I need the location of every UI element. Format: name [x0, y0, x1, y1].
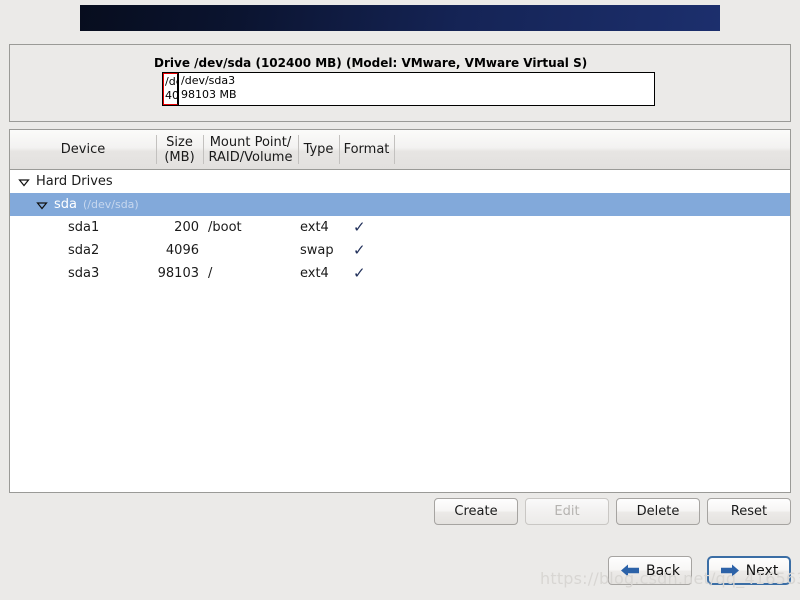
- expander-collapse-icon[interactable]: [36, 199, 48, 211]
- cell-size: 200: [174, 220, 199, 235]
- table-row[interactable]: sda3 98103 / ext4 ✓: [10, 262, 790, 285]
- cell-format: ✓: [339, 217, 394, 236]
- table-row[interactable]: sda2 4096 swap ✓: [10, 239, 790, 262]
- column-header-size[interactable]: Size (MB): [156, 130, 203, 169]
- column-header-device[interactable]: Device: [10, 130, 156, 169]
- table-row-selected[interactable]: sda (/dev/sda): [10, 193, 790, 216]
- expander-collapse-icon[interactable]: [18, 176, 30, 188]
- partition-table-panel: Device Size (MB) Mount Point/ RAID/Volum…: [9, 129, 791, 493]
- back-button-label: Back: [646, 562, 680, 579]
- table-row[interactable]: Hard Drives: [10, 170, 790, 193]
- cell-device: sda3: [10, 266, 156, 281]
- column-header-type-label: Type: [303, 142, 334, 157]
- arrow-right-icon: [720, 564, 739, 577]
- column-header-type[interactable]: Type: [298, 130, 339, 169]
- drive-partition-bar[interactable]: /de 409 /dev/sda3 98103 MB: [162, 72, 655, 106]
- back-button[interactable]: Back: [608, 556, 692, 585]
- cell-device: sda2: [10, 243, 156, 258]
- format-check-icon: ✓: [353, 263, 366, 282]
- partition-segment-selected[interactable]: /de 409: [163, 73, 178, 105]
- cell-format: ✓: [339, 240, 394, 259]
- column-header-format-label: Format: [343, 142, 390, 157]
- column-header-mount-point[interactable]: Mount Point/ RAID/Volume: [203, 130, 298, 169]
- table-body: Hard Drives sda (/dev/sda) sda1 200 /boo…: [10, 170, 790, 285]
- drive-summary-panel: Drive /dev/sda (102400 MB) (Model: VMwar…: [9, 44, 791, 122]
- column-header-device-label: Device: [60, 142, 106, 157]
- navigation-button-row: Back Next: [0, 556, 800, 588]
- column-header-size-label: Size (MB): [164, 134, 195, 165]
- cell-device-label: sda1: [68, 220, 100, 235]
- cell-device-path: (/dev/sda): [83, 198, 139, 211]
- cell-device: sda1: [10, 220, 156, 235]
- cell-device: sda (/dev/sda): [10, 197, 156, 212]
- partition-segment-sda3[interactable]: /dev/sda3 98103 MB: [178, 73, 654, 105]
- cell-type: ext4: [300, 266, 329, 281]
- table-row[interactable]: sda1 200 /boot ext4 ✓: [10, 216, 790, 239]
- edit-button: Edit: [525, 498, 609, 525]
- column-header-filler: [394, 130, 790, 169]
- cell-format: ✓: [339, 263, 394, 282]
- cell-size: 4096: [165, 243, 199, 258]
- create-button[interactable]: Create: [434, 498, 518, 525]
- partition-segment-label: /de: [165, 75, 177, 88]
- table-header-row: Device Size (MB) Mount Point/ RAID/Volum…: [10, 130, 790, 170]
- delete-button[interactable]: Delete: [616, 498, 700, 525]
- drive-title: Drive /dev/sda (102400 MB) (Model: VMwar…: [154, 56, 588, 70]
- cell-device-label: sda2: [68, 243, 100, 258]
- column-header-mount-point-label: Mount Point/ RAID/Volume: [208, 134, 293, 165]
- format-check-icon: ✓: [353, 240, 366, 259]
- cell-device-label: sda: [54, 197, 77, 212]
- format-check-icon: ✓: [353, 217, 366, 236]
- cell-device-label: Hard Drives: [36, 174, 113, 189]
- cell-type: swap: [300, 243, 334, 258]
- reset-button[interactable]: Reset: [707, 498, 791, 525]
- arrow-left-icon: [621, 564, 639, 577]
- header-banner: [80, 5, 720, 31]
- partition-segment-size: 98103 MB: [181, 88, 237, 101]
- partition-segment-size: 409: [165, 89, 177, 102]
- column-header-format[interactable]: Format: [339, 130, 394, 169]
- cell-type: ext4: [300, 220, 329, 235]
- next-button-label: Next: [745, 562, 779, 579]
- action-button-row: Create Edit Delete Reset: [0, 498, 800, 528]
- cell-mount-point: /: [208, 266, 213, 281]
- next-button[interactable]: Next: [707, 556, 791, 585]
- cell-device: Hard Drives: [10, 174, 156, 189]
- cell-size: 98103: [157, 266, 199, 281]
- cell-device-label: sda3: [68, 266, 100, 281]
- cell-mount-point: /boot: [208, 220, 242, 235]
- partition-segment-label: /dev/sda3: [181, 74, 236, 87]
